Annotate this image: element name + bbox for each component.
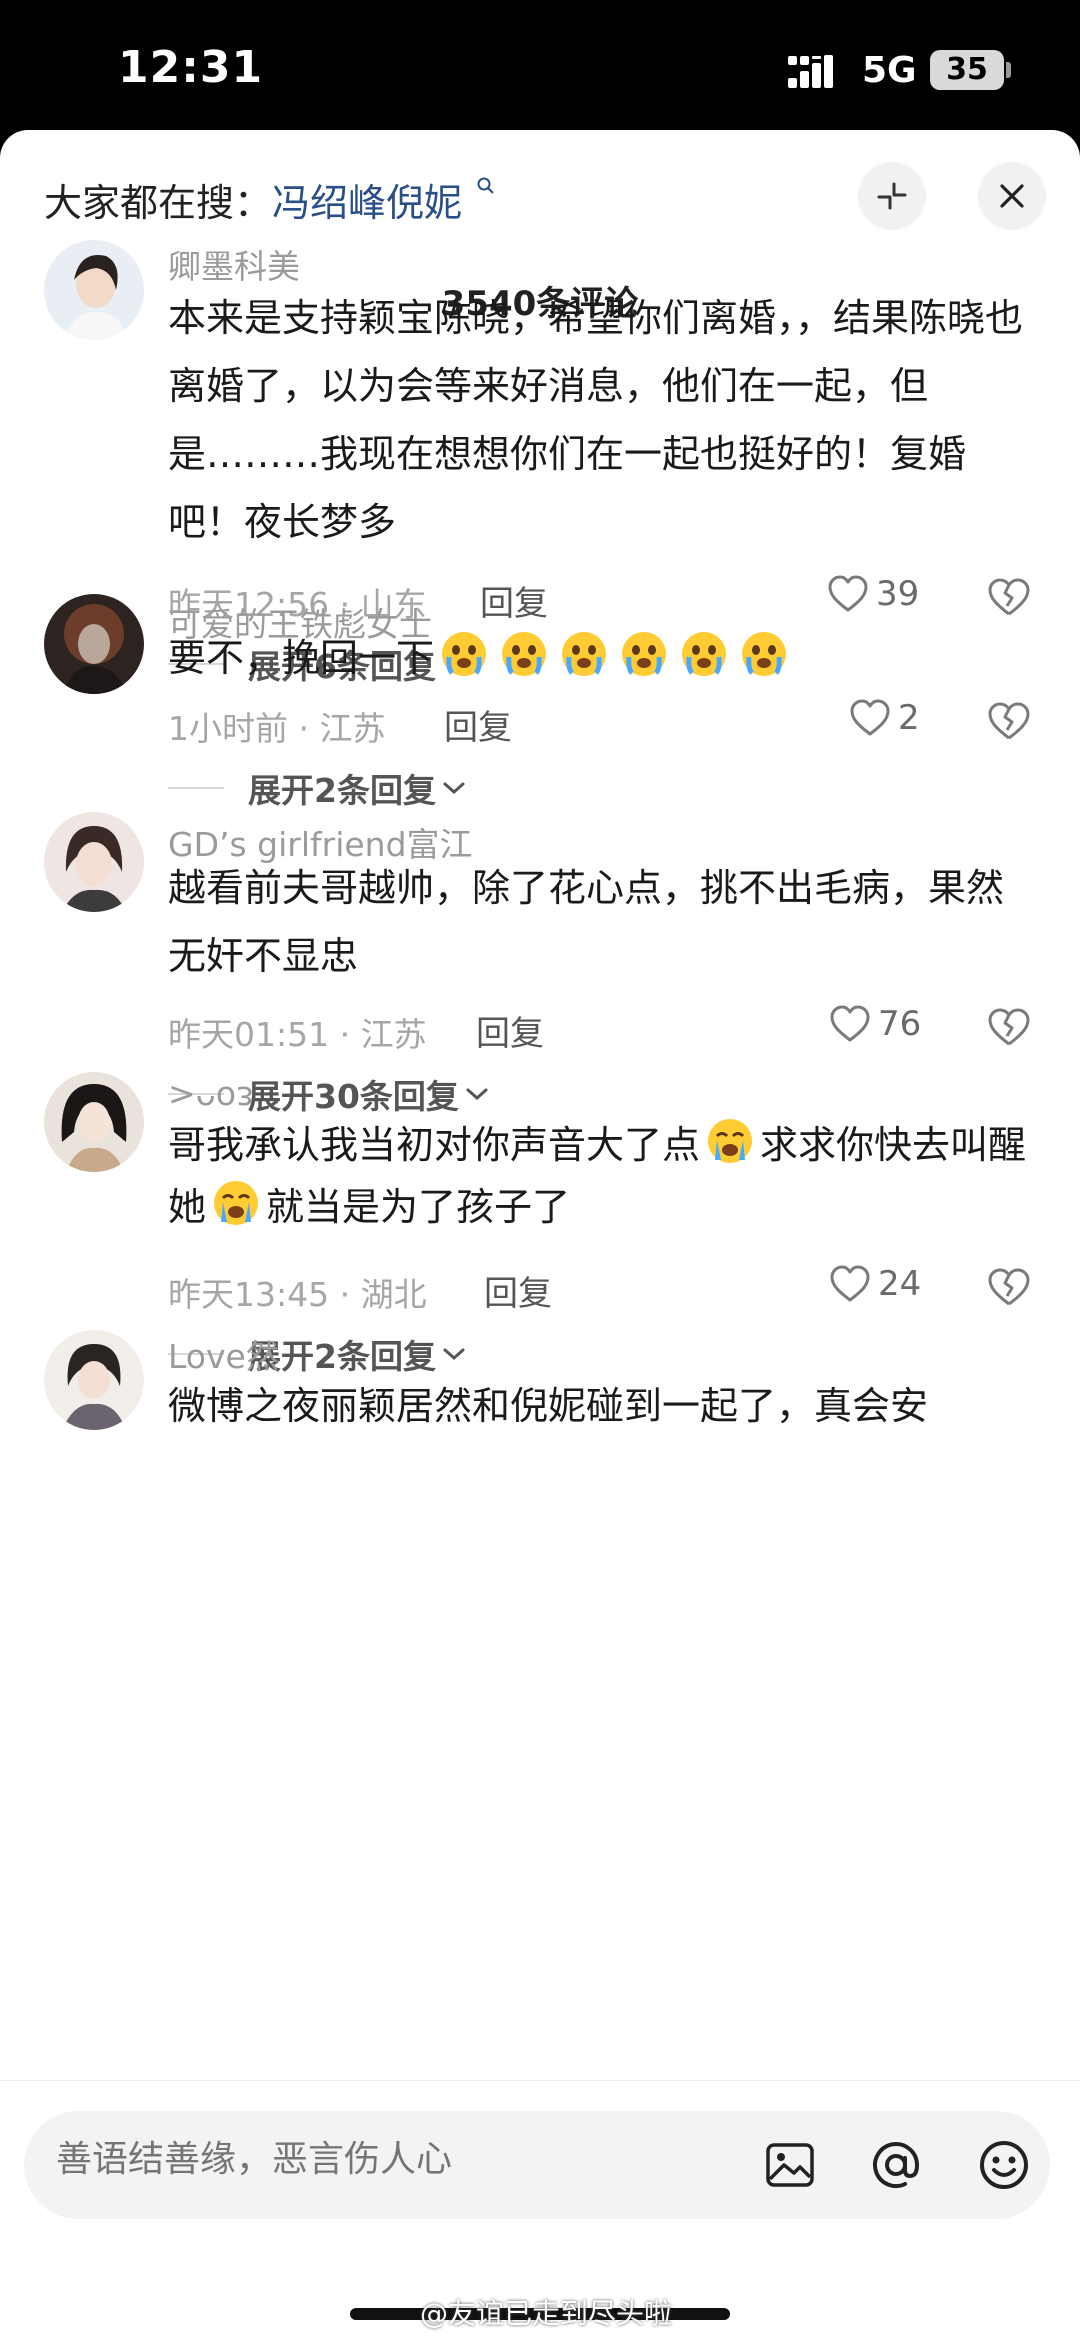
crying-face-icon [214,1181,259,1225]
close-icon [1000,184,1024,208]
chevron-down-icon [443,782,465,795]
search-icon [477,177,494,194]
heart-icon [830,1265,870,1302]
image-icon [766,2143,814,2187]
crying-emoji-icon [622,632,667,676]
collapse-button[interactable] [858,162,926,230]
comment-text-part: 就当是为了孩子了 [266,1185,571,1229]
crying-emoji-icon [502,632,547,676]
crying-emoji-icon [562,632,607,676]
network-label: 5G [862,50,917,91]
comment-sheet: 大家都在搜：冯绍峰倪妮 3540条评论 卿墨科美 本来是支持颖宝陈晓，希望你们离… [0,130,1080,2337]
comment-meta: 1小时前 · 江苏 [168,709,386,748]
comment-username[interactable]: Love然 [168,1330,279,1378]
crying-emoji-icon [682,632,727,676]
comment-meta: 昨天13:45 · 湖北 [168,1275,427,1314]
crying-face-icon [708,1119,753,1163]
broken-heart-icon[interactable] [986,1266,1032,1308]
like-count: 76 [878,1004,922,1044]
heart-icon [830,1005,870,1042]
broken-heart-icon[interactable] [986,1006,1032,1048]
comment-text: 哥我承认我当初对你声音大了点 求求你快去叫醒她 就当是为了孩子了 [168,1114,1028,1238]
divider-line [168,787,224,789]
expand-replies-label: 展开30条回复 [248,1077,459,1116]
comment-meta: 昨天01:51 · 江苏 [168,1015,427,1054]
like-button[interactable]: 39 [826,574,919,614]
smile-icon [980,2141,1028,2189]
comment-text: 要不，挽回一下 [168,624,1028,692]
comment-input[interactable] [56,2139,616,2180]
battery-tip [1006,62,1011,78]
search-prefix: 大家都在搜： [44,181,273,225]
like-count: 24 [878,1264,922,1304]
comment-username[interactable]: 卿墨科美 [168,240,300,288]
battery-indicator: 35 [930,50,1004,90]
collapse-icon [877,182,907,210]
reply-button[interactable]: 回复 [444,700,512,749]
search-suggestion[interactable]: 大家都在搜：冯绍峰倪妮 [44,172,496,227]
reply-button[interactable]: 回复 [480,576,548,625]
like-count: 39 [876,574,920,614]
like-button[interactable]: 2 [848,698,920,738]
chevron-down-icon [466,1088,488,1101]
heart-icon [828,575,868,612]
avatar[interactable] [44,594,144,694]
heart-icon [850,699,890,736]
close-button[interactable] [978,162,1046,230]
crying-emoji-icon [742,632,787,676]
status-bar: 12:31 5G 35 [0,0,1080,130]
status-time: 12:31 [118,42,264,93]
reply-button[interactable]: 回复 [476,1006,544,1055]
reply-button[interactable]: 回复 [484,1266,552,1315]
broken-heart-icon[interactable] [986,700,1032,742]
broken-heart-icon[interactable] [986,576,1032,618]
crying-emoji-icon [442,632,487,676]
signal-icon [788,55,833,88]
expand-replies-button[interactable]: 展开2条回复 [168,764,466,812]
comment-input-box[interactable] [24,2111,1050,2219]
expand-replies-label: 展开2条回复 [248,771,436,810]
comment-text: 微博之夜丽颖居然和倪妮碰到一起了，真会安 [168,1384,929,1428]
comment-username[interactable]: >ᴗoᴈ [168,1074,254,1113]
avatar[interactable] [44,1330,144,1430]
avatar[interactable] [44,812,144,912]
like-button[interactable]: 76 [828,1004,921,1044]
comment-text: 越看前夫哥越帅，除了花心点，挑不出毛病，果然无奸不显忠 [168,866,1005,978]
watermark-text: @友谊已走到尽头啦 [420,2297,673,2330]
chevron-down-icon [443,1348,465,1361]
at-sign-icon [873,2142,920,2188]
search-keyword[interactable]: 冯绍峰倪妮 [272,181,462,225]
comment-text-part: 哥我承认我当初对你声音大了点 [168,1123,701,1167]
mention-button[interactable] [866,2135,926,2195]
comment-text-content: 要不，挽回一下 [168,636,435,680]
like-count: 2 [898,698,920,738]
like-button[interactable]: 24 [828,1264,921,1304]
avatar[interactable] [44,1072,144,1172]
comment-text: 本来是支持颖宝陈晓，希望你们离婚，，结果陈晓也离婚了，以为会等来好消息，他们在一… [168,296,1024,544]
emoji-button[interactable] [974,2135,1034,2195]
avatar[interactable] [44,240,144,340]
image-button[interactable] [760,2135,820,2195]
